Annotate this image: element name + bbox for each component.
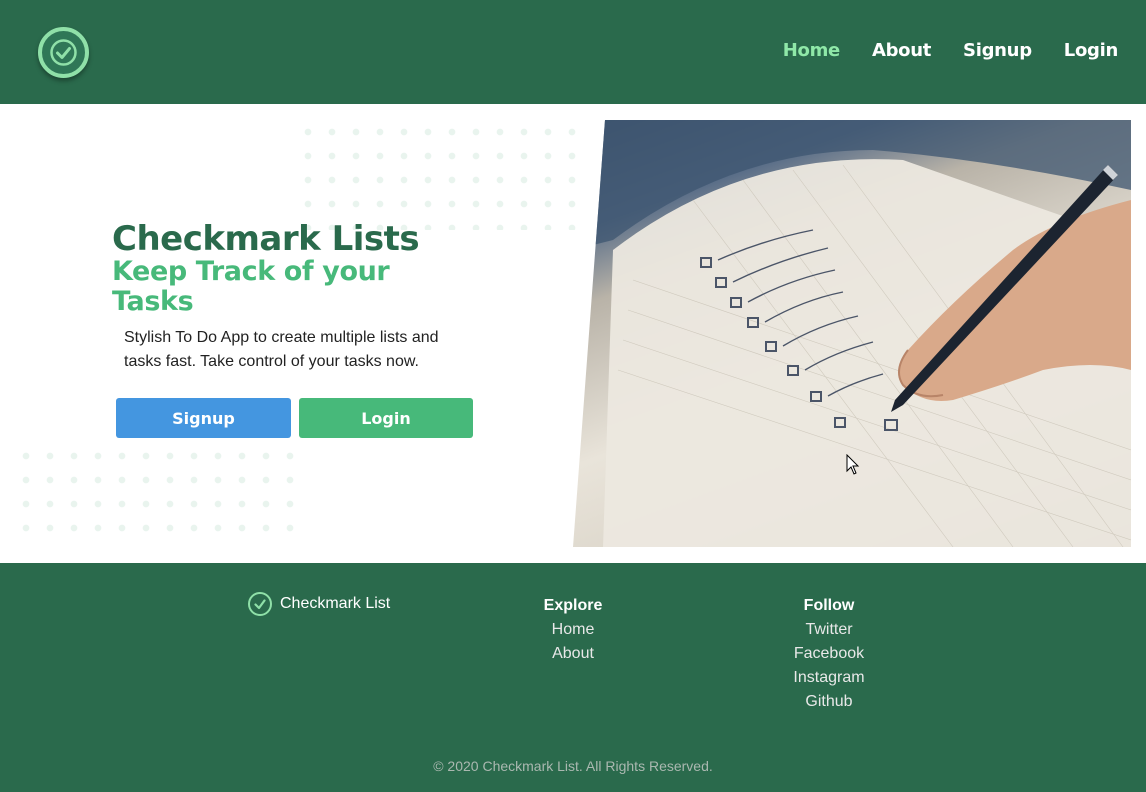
checkmark-logo-icon[interactable]: [38, 27, 89, 78]
decorative-dots-top: [296, 120, 576, 230]
site-header: Home About Signup Login: [0, 0, 1146, 104]
footer-brand[interactable]: Checkmark List: [248, 592, 390, 616]
notebook-checklist-photo: [573, 120, 1131, 547]
nav-about-link[interactable]: About: [872, 40, 931, 61]
mouse-cursor-icon: [846, 454, 860, 475]
hero-title: Checkmark Lists: [112, 219, 420, 259]
nav-login-link[interactable]: Login: [1064, 40, 1119, 61]
main-nav: Home About Signup Login: [783, 40, 1119, 61]
copyright-text: © 2020 Checkmark List. All Rights Reserv…: [433, 758, 713, 774]
hero-section: Checkmark Lists Keep Track of your Tasks…: [0, 104, 1146, 563]
footer-link-facebook[interactable]: Facebook: [779, 642, 879, 666]
footer-link-about[interactable]: About: [523, 642, 623, 666]
footer-explore-column: Explore Home About: [523, 594, 623, 666]
hero-login-button[interactable]: Login: [299, 398, 473, 438]
footer-link-instagram[interactable]: Instagram: [779, 666, 879, 690]
footer-checkmark-icon: [248, 592, 272, 616]
hero-signup-button[interactable]: Signup: [116, 398, 291, 438]
footer-link-github[interactable]: Github: [779, 690, 879, 714]
footer-link-home[interactable]: Home: [523, 618, 623, 642]
footer-brand-name: Checkmark List: [280, 595, 391, 612]
footer-explore-heading: Explore: [543, 597, 603, 614]
nav-signup-link[interactable]: Signup: [963, 40, 1032, 61]
site-footer: Checkmark List Explore Home About Follow…: [0, 563, 1146, 792]
hero-description: Stylish To Do App to create multiple lis…: [124, 329, 439, 370]
hero-subtitle: Keep Track of your Tasks: [112, 256, 390, 317]
footer-link-twitter[interactable]: Twitter: [779, 618, 879, 642]
decorative-dots-bottom: [14, 444, 294, 544]
footer-follow-column: Follow Twitter Facebook Instagram Github: [779, 594, 879, 714]
footer-follow-heading: Follow: [803, 597, 855, 614]
nav-home-link[interactable]: Home: [783, 40, 841, 61]
